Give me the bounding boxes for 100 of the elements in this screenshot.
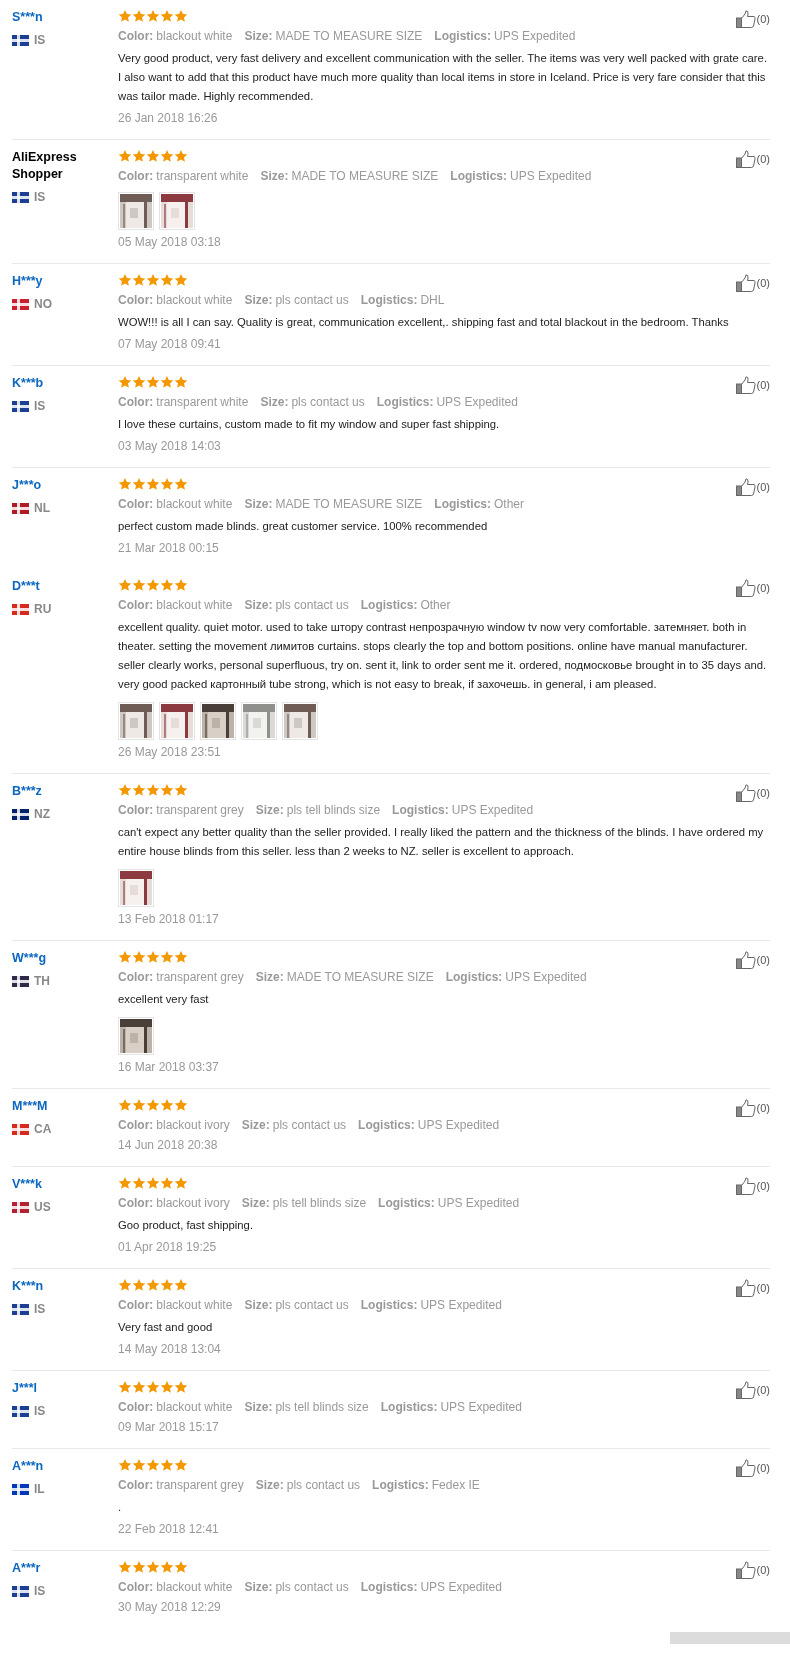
star-icon: [118, 273, 132, 287]
star-icon: [118, 477, 132, 491]
attribute-label: Size:: [244, 1400, 273, 1414]
review-date: 13 Feb 2018 01:17: [118, 911, 220, 927]
thumbs-up-icon: [735, 376, 756, 394]
star-icon: [174, 1380, 188, 1394]
star-icon: [146, 149, 160, 163]
star-icon: [118, 783, 132, 797]
helpful-button[interactable]: (0): [735, 273, 770, 293]
attribute-label: Size:: [260, 395, 289, 409]
helpful-button[interactable]: (0): [735, 950, 770, 970]
review-text: WOW!!! is all I can say. Quality is great, communication excellent,. shipping fast and total blackout in the bedroom. Thanks: [118, 315, 729, 330]
reviewer-name: H***y: [12, 273, 44, 290]
star-icon: [118, 9, 132, 23]
star-icon: [174, 1278, 188, 1292]
country-code: IS: [34, 1404, 46, 1418]
attribute-label: Logistics:: [360, 293, 418, 307]
attribute-value: Other: [420, 598, 451, 612]
photo-thumbnail[interactable]: [118, 192, 154, 230]
scroll-bar[interactable]: [670, 1632, 790, 1644]
photo-thumbnail[interactable]: [159, 192, 195, 230]
star-icon: [146, 1458, 160, 1472]
star-icon: [160, 1278, 174, 1292]
review-text: excellent very fast: [118, 992, 209, 1007]
star-icon: [160, 783, 174, 797]
attribute-value: MADE TO MEASURE SIZE: [286, 970, 434, 984]
star-icon: [160, 273, 174, 287]
helpful-button[interactable]: (0): [735, 1098, 770, 1118]
star-icon: [160, 1458, 174, 1472]
photo-thumbnail[interactable]: [118, 702, 154, 740]
attribute-label: Logistics:: [445, 970, 503, 984]
star-icon: [146, 375, 160, 389]
review-text: perfect custom made blinds. great customer service. 100% recommended: [118, 519, 488, 534]
attribute-value: blackout white: [156, 1298, 233, 1312]
star-icon: [118, 1278, 132, 1292]
attribute-label: Size:: [255, 803, 284, 817]
country-code: CA: [34, 1122, 52, 1136]
country-code: TH: [34, 974, 50, 988]
review-date: 14 May 2018 13:04: [118, 1341, 222, 1357]
thumbs-up-icon: [735, 1459, 756, 1477]
helpful-button[interactable]: (0): [735, 375, 770, 395]
helpful-button[interactable]: (0): [735, 783, 770, 803]
star-icon: [174, 1098, 188, 1112]
attribute-value: pls contact us: [272, 1118, 347, 1132]
attribute-value: UPS Expedited: [436, 395, 518, 409]
star-icon: [160, 149, 174, 163]
thumbs-up-icon: [735, 1561, 756, 1579]
star-icon: [118, 1176, 132, 1190]
attribute-label: Color:: [118, 1400, 154, 1414]
attribute-value: pls contact us: [275, 293, 349, 307]
reviewer-name: A***n: [12, 1458, 45, 1475]
star-icon: [132, 950, 146, 964]
review-date: 26 Jan 2018 16:26: [118, 110, 219, 126]
star-icon: [132, 273, 146, 287]
thumbs-up-icon: [735, 1099, 756, 1117]
review-text: Very good product, very fast delivery and excellent communication with the seller. The items was very well packed with grate care. I also want to add that this product have much more quality than local items in store in Iceland. Price is very fare consider that this was tailor made. Highly recommended.: [118, 51, 769, 104]
attribute-value: blackout white: [156, 1400, 233, 1414]
star-icon: [174, 783, 188, 797]
star-icon: [118, 375, 132, 389]
review-date: 09 Mar 2018 15:17: [118, 1419, 220, 1435]
star-icon: [174, 149, 188, 163]
attribute-value: pls tell blinds size: [286, 803, 381, 817]
review-date: 07 May 2018 09:41: [118, 336, 222, 352]
helpful-button[interactable]: (0): [735, 1380, 770, 1400]
photo-thumbnail[interactable]: [282, 702, 318, 740]
attribute-label: Color:: [118, 1196, 154, 1210]
helpful-button[interactable]: (0): [735, 1278, 770, 1298]
attribute-label: Size:: [255, 1478, 284, 1492]
star-icon: [160, 950, 174, 964]
photo-thumbnail[interactable]: [200, 702, 236, 740]
attribute-label: Size:: [244, 598, 273, 612]
helpful-button[interactable]: (0): [735, 9, 770, 29]
reviewer-name: K***n: [12, 1278, 45, 1295]
star-icon: [160, 578, 174, 592]
photo-thumbnail[interactable]: [118, 1017, 154, 1055]
country-code: NO: [34, 297, 52, 311]
helpful-button[interactable]: (0): [735, 149, 770, 169]
star-icon: [118, 950, 132, 964]
helpful-button[interactable]: (0): [735, 1176, 770, 1196]
helpful-button[interactable]: (0): [735, 1560, 770, 1580]
photo-thumbnail[interactable]: [241, 702, 277, 740]
helpful-button[interactable]: (0): [735, 1458, 770, 1478]
star-icon: [146, 273, 160, 287]
star-icon: [118, 578, 132, 592]
photo-thumbnail[interactable]: [118, 869, 154, 907]
star-icon: [118, 149, 132, 163]
star-icon: [174, 375, 188, 389]
photo-thumbnail[interactable]: [159, 702, 195, 740]
country-code: US: [34, 1200, 51, 1214]
attribute-label: Logistics:: [372, 1478, 429, 1492]
review-text: I love these curtains, custom made to fit my window and super fast shipping.: [118, 417, 500, 432]
attribute-value: UPS Expedited: [440, 1400, 522, 1414]
review-date: 30 May 2018 12:29: [118, 1599, 222, 1615]
helpful-button[interactable]: (0): [735, 477, 770, 497]
star-icon: [160, 477, 174, 491]
star-icon: [118, 1560, 132, 1574]
star-icon: [132, 578, 146, 592]
helpful-button[interactable]: (0): [735, 578, 770, 598]
star-icon: [132, 1458, 146, 1472]
attribute-value: pls contact us: [275, 598, 349, 612]
